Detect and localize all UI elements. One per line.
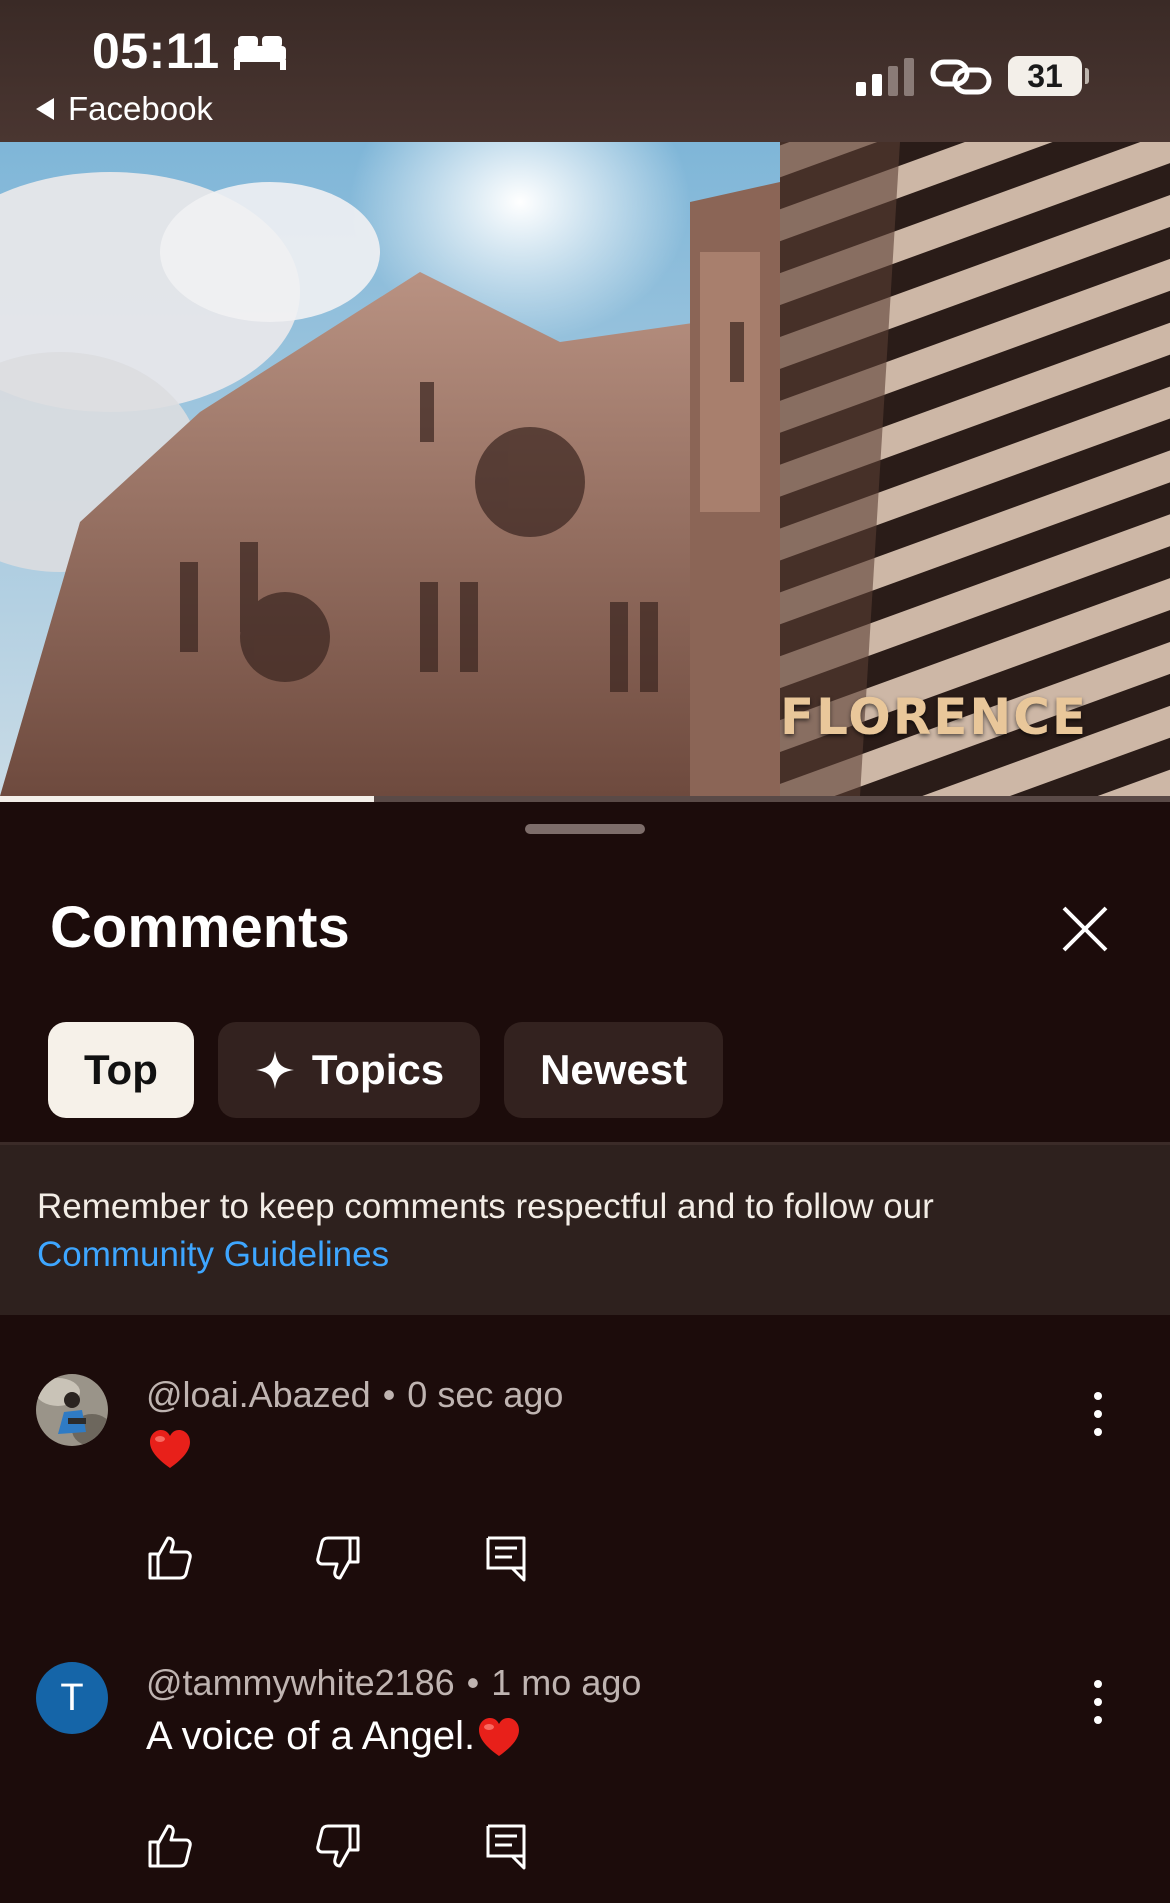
comment-time: 1 mo ago [491,1662,642,1703]
chip-newest[interactable]: Newest [504,1022,724,1118]
link-icon [930,59,992,95]
clock: 05:11 [92,23,220,79]
meta-separator: • [466,1662,480,1703]
comment-item: @loai.Abazed • 0 sec ago [0,1374,1170,1664]
back-app-label: Facebook [68,90,213,127]
video-overlay-title: FLORENCE [780,688,1089,746]
comment-item: T @tammywhite2186 • 1 mo ago A voice of … [0,1662,1170,1903]
like-icon[interactable] [146,1822,194,1870]
notice-text: Remember to keep comments respectful and… [37,1187,934,1226]
reply-icon[interactable] [482,1534,530,1582]
comment-time: 0 sec ago [407,1374,564,1415]
comment-author[interactable]: @tammywhite2186 [146,1662,455,1704]
comments-panel: Comments Top Topics Newest Remember to k… [0,802,1170,1903]
status-bar: 05:11 Facebook 31 [0,0,1170,142]
chip-top-label: Top [84,1046,158,1093]
reply-icon[interactable] [482,1822,530,1870]
sort-chips: Top Topics Newest [48,1022,724,1118]
more-options-icon[interactable] [1084,1674,1112,1730]
chip-topics-label: Topics [311,1046,445,1093]
community-guidelines-link[interactable]: Community Guidelines [37,1231,1133,1279]
comments-title: Comments [50,895,350,960]
comment-author[interactable]: @loai.Abazed [146,1374,371,1416]
avatar-photo [36,1374,108,1446]
meta-separator: • [382,1374,396,1415]
dislike-icon[interactable] [314,1534,362,1582]
chip-top[interactable]: Top [48,1022,194,1118]
close-icon[interactable] [1058,902,1112,956]
sparkle-icon [255,1051,294,1089]
red-heart-icon [479,1718,520,1757]
comment-meta: @tammywhite2186 • 1 mo ago [146,1662,641,1704]
chip-newest-label: Newest [540,1046,688,1093]
drag-handle[interactable] [525,824,645,834]
signal-icon [856,58,914,96]
guidelines-notice: Remember to keep comments respectful and… [0,1145,1170,1315]
comment-text: A voice of a Angel. [146,1714,476,1758]
comment-actions [146,1822,530,1870]
more-options-icon[interactable] [1084,1386,1112,1442]
bed-icon [234,36,286,70]
comment-body: A voice of a Angel. [146,1714,523,1762]
video-player[interactable]: FLORENCE [0,142,1170,796]
back-to-app-link[interactable]: Facebook [36,90,213,128]
like-icon[interactable] [146,1534,194,1582]
dislike-icon[interactable] [314,1822,362,1870]
battery-icon: 31 [1008,56,1089,96]
comment-meta: @loai.Abazed • 0 sec ago [146,1374,563,1416]
comment-actions [146,1534,530,1582]
battery-level: 31 [1008,56,1082,96]
chip-topics[interactable]: Topics [217,1022,481,1118]
comment-body [146,1426,194,1474]
back-arrow-icon [36,98,54,120]
red-heart-icon [150,1430,190,1469]
avatar[interactable] [36,1374,108,1446]
avatar[interactable]: T [36,1662,108,1734]
